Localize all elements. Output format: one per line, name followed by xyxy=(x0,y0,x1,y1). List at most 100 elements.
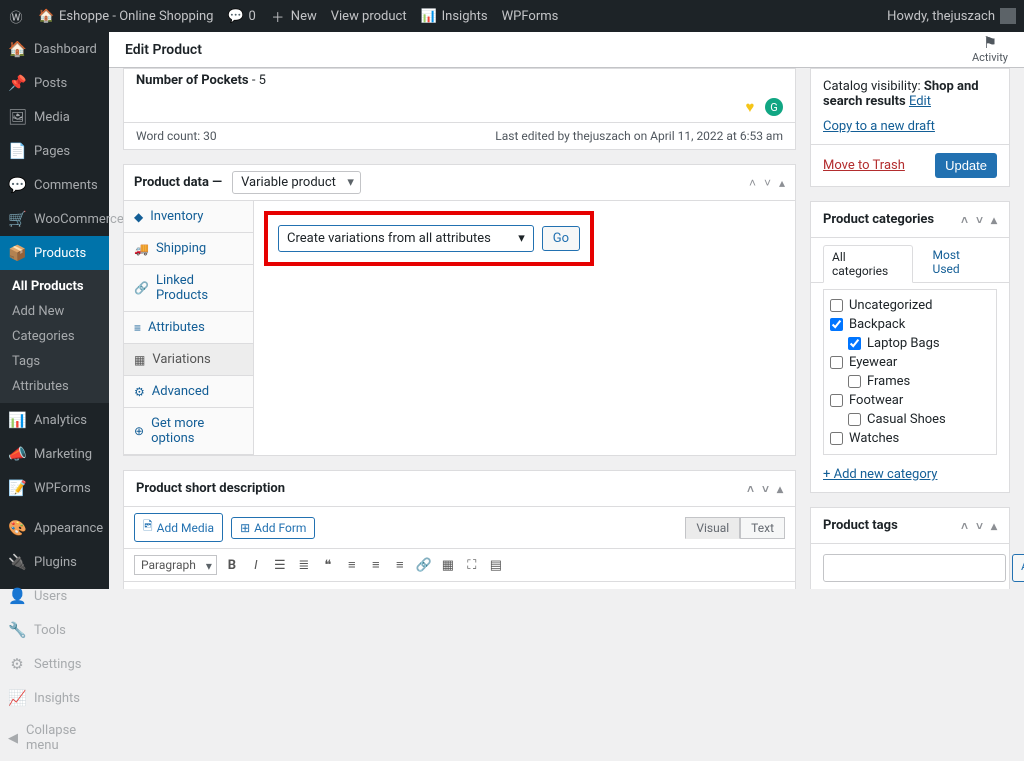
tab-inventory[interactable]: ◆Inventory xyxy=(124,201,253,233)
nav-analytics[interactable]: 📊Analytics xyxy=(0,403,109,437)
panel-toggle-icon[interactable]: ▴ xyxy=(991,213,997,227)
catalog-vis-label: Catalog visibility: xyxy=(823,79,921,94)
short-desc-content[interactable]: 30% Extra Storage We Indians tend to car… xyxy=(124,582,795,589)
move-up-icon[interactable]: ˄ xyxy=(961,213,968,227)
go-button[interactable]: Go xyxy=(542,226,580,251)
ul-icon[interactable]: ☰ xyxy=(271,556,289,574)
new-content[interactable]: ＋New xyxy=(270,7,317,26)
nav-comments[interactable]: 💬Comments xyxy=(0,168,109,202)
nav-wpforms[interactable]: 📝WPForms xyxy=(0,471,109,505)
nav-products[interactable]: 📦Products xyxy=(0,236,109,270)
comments-count[interactable]: 💬0 xyxy=(227,9,255,24)
category-checkbox[interactable] xyxy=(830,394,843,407)
text-tab[interactable]: Text xyxy=(740,517,785,539)
add-category-link[interactable]: + Add new category xyxy=(811,461,1009,492)
most-used-tab[interactable]: Most Used xyxy=(925,244,997,282)
move-up-icon[interactable]: ˄ xyxy=(747,482,754,496)
category-checkbox[interactable] xyxy=(848,375,861,388)
nav-media[interactable]: 🖼Media xyxy=(0,100,109,134)
comments-icon: 💬 xyxy=(8,176,26,194)
subnav-categories[interactable]: Categories xyxy=(0,324,109,349)
nav-users[interactable]: 👤Users xyxy=(0,579,109,613)
bold-icon[interactable]: B xyxy=(223,556,241,574)
collapse-menu[interactable]: ◀Collapse menu xyxy=(0,715,109,761)
panel-toggle-icon[interactable]: ▴ xyxy=(991,519,997,533)
add-media-button[interactable]: 🖻Add Media xyxy=(134,513,223,542)
category-checkbox[interactable] xyxy=(830,432,843,445)
media-icon: 🖻 xyxy=(143,517,153,538)
tab-variations[interactable]: ▦Variations xyxy=(124,344,253,376)
nav-settings[interactable]: ⚙Settings xyxy=(0,647,109,681)
category-checkbox[interactable] xyxy=(848,413,861,426)
yoast-badge-icon: ♥ xyxy=(741,98,759,116)
insert-icon[interactable]: ▦ xyxy=(439,556,457,574)
tab-shipping[interactable]: 🚚Shipping xyxy=(124,233,253,265)
tab-attributes[interactable]: ≡Attributes xyxy=(124,312,253,344)
add-form-button[interactable]: ⊞Add Form xyxy=(231,517,315,539)
link-icon[interactable]: 🔗 xyxy=(415,556,433,574)
move-down-icon[interactable]: ˅ xyxy=(976,213,983,227)
category-checkbox[interactable] xyxy=(830,356,843,369)
italic-icon[interactable]: I xyxy=(247,556,265,574)
nav-tools[interactable]: 🔧Tools xyxy=(0,613,109,647)
nav-dashboard[interactable]: 🏠Dashboard xyxy=(0,32,109,66)
update-button[interactable]: Update xyxy=(935,153,997,178)
subnav-add-new[interactable]: Add New xyxy=(0,299,109,324)
tab-linked-products[interactable]: 🔗Linked Products xyxy=(124,265,253,312)
nav-insights[interactable]: 📈Insights xyxy=(0,681,109,715)
move-to-trash-link[interactable]: Move to Trash xyxy=(823,158,905,173)
variation-action-select[interactable]: Create variations from all attributes ▾ xyxy=(278,225,534,252)
visual-tab[interactable]: Visual xyxy=(685,517,740,539)
all-categories-tab[interactable]: All categories xyxy=(823,245,913,283)
move-up-icon[interactable]: ˄ xyxy=(961,519,968,533)
catalog-vis-edit[interactable]: Edit xyxy=(909,94,931,109)
move-down-icon[interactable]: ˅ xyxy=(764,176,771,190)
product-tags-panel: Product tags ˄˅▴ Add Separate tags with … xyxy=(810,507,1010,589)
nav-posts[interactable]: 📌Posts xyxy=(0,66,109,100)
tag-input[interactable] xyxy=(823,554,1006,582)
shipping-icon: 🚚 xyxy=(134,242,149,256)
add-tag-button[interactable]: Add xyxy=(1012,554,1024,582)
product-type-select[interactable]: Variable product xyxy=(232,171,361,194)
move-down-icon[interactable]: ˅ xyxy=(976,519,983,533)
category-item: Footwear xyxy=(830,391,990,410)
move-down-icon[interactable]: ˅ xyxy=(762,482,769,496)
subnav-tags[interactable]: Tags xyxy=(0,349,109,374)
my-account[interactable]: Howdy, thejuszach xyxy=(887,8,1016,24)
toolbar-toggle-icon[interactable]: ▤ xyxy=(487,556,505,574)
tab-get-more[interactable]: ⊕Get more options xyxy=(124,408,253,455)
subnav-all-products[interactable]: All Products xyxy=(0,274,109,299)
fullscreen-icon[interactable]: ⛶ xyxy=(463,556,481,574)
site-link[interactable]: 🏠Eshoppe - Online Shopping xyxy=(38,9,213,24)
wpforms-link[interactable]: WPForms xyxy=(502,9,559,24)
nav-appearance[interactable]: 🎨Appearance xyxy=(0,511,109,545)
align-center-icon[interactable]: ≡ xyxy=(367,556,385,574)
attributes-icon: ≡ xyxy=(134,321,141,335)
nav-marketing[interactable]: 📣Marketing xyxy=(0,437,109,471)
nav-pages[interactable]: 📄Pages xyxy=(0,134,109,168)
quote-icon[interactable]: ❝ xyxy=(319,556,337,574)
paragraph-select[interactable]: Paragraph xyxy=(134,555,217,575)
tab-advanced[interactable]: ⚙Advanced xyxy=(124,376,253,408)
nav-plugins[interactable]: 🔌Plugins xyxy=(0,545,109,579)
category-checkbox[interactable] xyxy=(830,299,843,312)
wpforms-icon: 📝 xyxy=(8,479,26,497)
copy-to-draft-link[interactable]: Copy to a new draft xyxy=(823,119,935,134)
view-product-link[interactable]: View product xyxy=(331,9,407,24)
nav-woocommerce[interactable]: 🛒WooCommerce xyxy=(0,202,109,236)
activity-panel[interactable]: ⚑ Activity xyxy=(972,35,1008,64)
align-right-icon[interactable]: ≡ xyxy=(391,556,409,574)
ol-icon[interactable]: ≣ xyxy=(295,556,313,574)
category-item: Eyewear xyxy=(830,353,990,372)
category-checkbox[interactable] xyxy=(848,337,861,350)
panel-toggle-icon[interactable]: ▴ xyxy=(777,482,783,496)
variations-icon: ▦ xyxy=(134,353,145,367)
move-up-icon[interactable]: ˄ xyxy=(749,176,756,190)
subnav-attributes[interactable]: Attributes xyxy=(0,374,109,399)
align-left-icon[interactable]: ≡ xyxy=(343,556,361,574)
products-submenu: All Products Add New Categories Tags Att… xyxy=(0,270,109,403)
wp-logo[interactable]: Ⓦ xyxy=(8,7,24,26)
insights-link[interactable]: 📊Insights xyxy=(421,9,488,24)
category-checkbox[interactable] xyxy=(830,318,843,331)
panel-toggle-icon[interactable]: ▴ xyxy=(779,176,785,190)
